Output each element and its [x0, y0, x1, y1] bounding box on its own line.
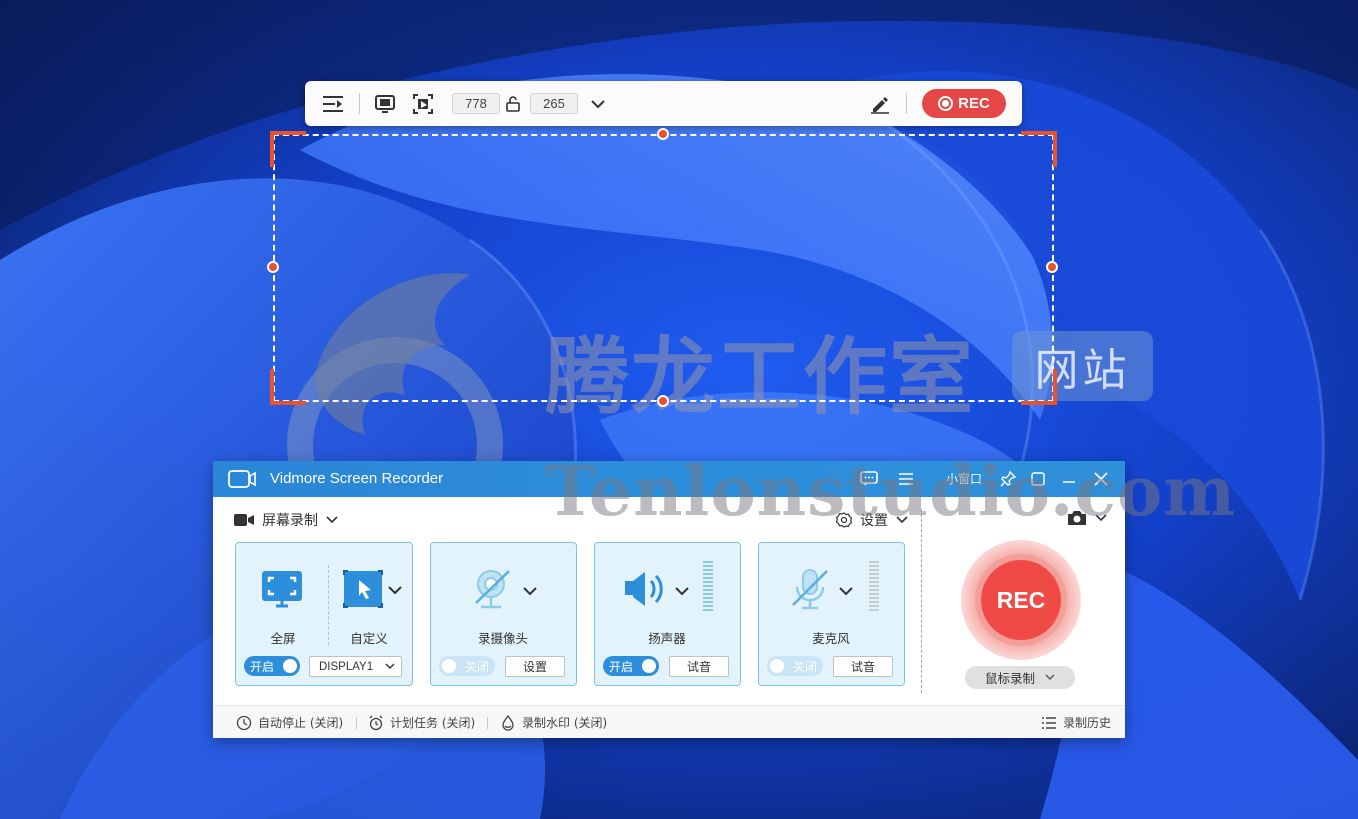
- record-history-label: 录制历史: [1063, 716, 1112, 730]
- footer-divider: [487, 717, 488, 729]
- toggle-knob: [642, 659, 656, 673]
- schedule-task-link[interactable]: 计划任务 (关闭): [368, 714, 475, 731]
- card-divider: [328, 565, 329, 645]
- watermark-en-text: Tenlonstudio.com: [545, 452, 1237, 532]
- auto-stop-label: 自动停止 (关闭): [258, 716, 344, 730]
- resize-handle-top[interactable]: [657, 128, 669, 140]
- app-title: Vidmore Screen Recorder: [270, 470, 444, 487]
- webcam-settings-button[interactable]: 设置: [505, 656, 565, 677]
- fullscreen-monitor-icon[interactable]: [260, 569, 304, 609]
- corner-handle-bottom-right[interactable]: [1021, 369, 1057, 405]
- mouse-record-label: 鼠标录制: [984, 671, 1035, 686]
- toggle-label: 关闭: [792, 659, 817, 674]
- width-input[interactable]: 778: [452, 93, 500, 114]
- rec-button[interactable]: REC: [981, 560, 1061, 640]
- window-select-icon[interactable]: [412, 93, 434, 115]
- aspect-lock-icon[interactable]: [504, 93, 522, 115]
- screen-record-mode-dropdown[interactable]: 屏幕录制: [234, 510, 338, 530]
- fullscreen-label: 全屏: [270, 631, 296, 646]
- height-input[interactable]: 265: [530, 93, 578, 114]
- list-icon: [1042, 716, 1056, 729]
- section-label: 屏幕录制: [262, 513, 318, 529]
- speaker-card: 扬声器 开启 试音: [594, 542, 741, 686]
- rec-button-halo: REC: [961, 540, 1081, 660]
- auto-stop-link[interactable]: 自动停止 (关闭): [236, 714, 343, 731]
- chevron-down-icon: [326, 516, 338, 524]
- toggle-knob: [442, 659, 456, 673]
- microphone-level-meter: [869, 561, 879, 611]
- region-toolbar: 778 265 REC: [305, 81, 1022, 126]
- capture-region-frame[interactable]: [267, 128, 1058, 407]
- record-icon: [938, 96, 954, 111]
- webcam-off-icon[interactable]: [471, 567, 515, 611]
- panel-divider: [921, 509, 922, 693]
- speaker-icon[interactable]: [623, 567, 671, 611]
- capture-region-border: [273, 134, 1054, 402]
- footer-divider: [356, 717, 357, 729]
- record-history-link[interactable]: 录制历史: [1041, 714, 1111, 731]
- display-select[interactable]: DISPLAY1: [309, 656, 402, 677]
- custom-label: 自定义: [350, 631, 388, 646]
- microphone-off-icon[interactable]: [787, 567, 835, 611]
- microphone-label: 麦克风: [812, 631, 850, 646]
- video-camera-icon: [234, 514, 254, 526]
- resize-handle-bottom[interactable]: [657, 395, 669, 407]
- app-logo-icon: [227, 467, 257, 491]
- toggle-label: 关闭: [464, 659, 489, 674]
- chevron-down-icon[interactable]: [523, 586, 537, 596]
- microphone-toggle[interactable]: 关闭: [767, 656, 823, 676]
- clock-icon: [236, 715, 252, 730]
- region-rec-label: REC: [958, 95, 990, 112]
- region-rec-button[interactable]: REC: [922, 89, 1006, 118]
- webcam-toggle[interactable]: 关闭: [439, 656, 495, 676]
- toolbar-divider: [359, 93, 360, 114]
- resize-handle-left[interactable]: [267, 261, 279, 273]
- webcam-card: 录摄像头 关闭 设置: [430, 542, 577, 686]
- chevron-down-icon[interactable]: [839, 586, 853, 596]
- speaker-toggle[interactable]: 开启: [603, 656, 659, 676]
- schedule-task-label: 计划任务 (关闭): [390, 716, 476, 730]
- speaker-label: 扬声器: [648, 631, 686, 646]
- record-watermark-link[interactable]: 录制水印 (关闭): [500, 714, 607, 731]
- chevron-down-icon: [1045, 674, 1055, 680]
- record-watermark-label: 录制水印 (关闭): [522, 716, 608, 730]
- chevron-down-icon[interactable]: [588, 93, 608, 115]
- toggle-label: 开启: [250, 659, 275, 674]
- speaker-test-button[interactable]: 试音: [669, 656, 729, 677]
- pen-edit-icon[interactable]: [869, 93, 891, 115]
- speaker-level-meter: [703, 561, 713, 611]
- chevron-down-icon[interactable]: [675, 586, 689, 596]
- chevron-down-icon[interactable]: [388, 585, 402, 595]
- chevron-down-icon: [385, 663, 395, 669]
- fullscreen-select-icon[interactable]: [374, 93, 396, 115]
- water-drop-icon: [502, 714, 514, 731]
- webcam-label: 录摄像头: [477, 631, 528, 646]
- toggle-knob: [283, 659, 297, 673]
- toggle-knob: [770, 659, 784, 673]
- toolbar-divider: [906, 93, 907, 114]
- microphone-card: 麦克风 关闭 试音: [758, 542, 905, 686]
- corner-handle-bottom-left[interactable]: [270, 369, 306, 405]
- corner-handle-top-right[interactable]: [1021, 131, 1057, 167]
- collapse-menu-icon[interactable]: [321, 93, 345, 115]
- corner-handle-top-left[interactable]: [270, 131, 306, 167]
- resize-handle-right[interactable]: [1046, 261, 1058, 273]
- footer-bar: 自动停止 (关闭) 计划任务 (关闭) 录制水印 (关闭) 录制历史: [213, 705, 1125, 738]
- display-select-value: DISPLAY1: [319, 660, 374, 673]
- toggle-label: 开启: [609, 659, 634, 674]
- custom-region-icon[interactable]: [342, 569, 386, 609]
- microphone-test-button[interactable]: 试音: [833, 656, 893, 677]
- mouse-record-dropdown[interactable]: 鼠标录制: [965, 666, 1075, 689]
- display-toggle[interactable]: 开启: [244, 656, 300, 676]
- display-card: 全屏 自定义 开启 DISPLAY1: [235, 542, 413, 686]
- alarm-clock-icon: [369, 715, 383, 730]
